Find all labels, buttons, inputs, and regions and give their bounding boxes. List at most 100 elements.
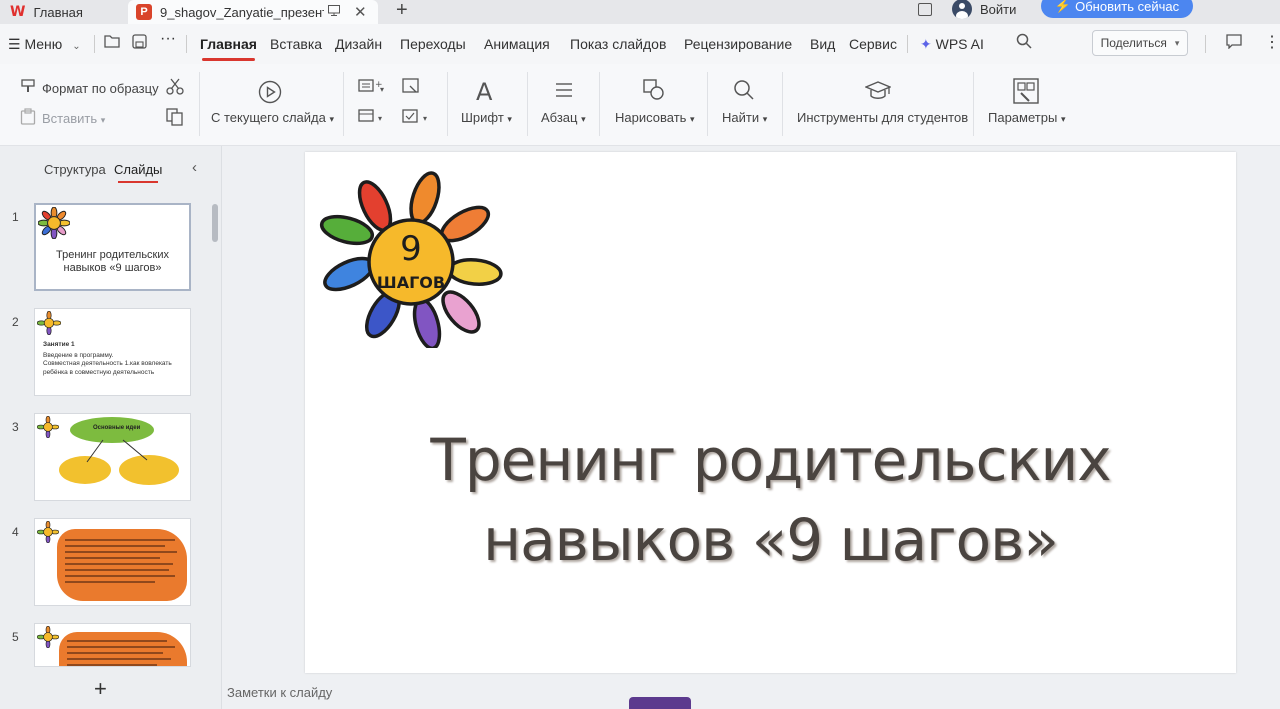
tab-insert[interactable]: Вставка (270, 36, 322, 52)
login-button[interactable]: Войти (952, 0, 1017, 19)
paste-label: Вставить (42, 111, 98, 126)
thumbnail-line: Введение в программу. (43, 351, 114, 359)
reset-icon[interactable]: ▾ (402, 108, 432, 128)
tab-design[interactable]: Дизайн (335, 36, 382, 52)
flower-logo-icon (37, 521, 59, 543)
divider (94, 35, 95, 53)
tab-home-label: Главная (33, 4, 83, 20)
search-icon[interactable] (1016, 33, 1032, 52)
login-label: Войти (980, 1, 1017, 17)
divider (199, 72, 200, 136)
thumbnail-line: Совместная деятельность 1.как вовлекать … (43, 360, 172, 376)
font-button[interactable]: Шрифт ▾ (461, 110, 512, 125)
chevron-down-icon: ▾ (507, 114, 512, 124)
taskbar-app-icon[interactable] (629, 697, 691, 709)
from-current-slide-button[interactable]: С текущего слайда ▾ (211, 110, 334, 125)
format-painter-button[interactable]: Формат по образцу (42, 81, 159, 96)
graduation-cap-icon (864, 80, 892, 106)
slide-title[interactable]: Тренинг родительских навыков «9 шагов» (305, 420, 1236, 580)
paste-icon (20, 108, 36, 129)
wps-ai-button[interactable]: ✦ WPS AI (920, 36, 984, 53)
tab-tools[interactable]: Сервис (849, 36, 897, 52)
chevron-down-icon: ▾ (329, 114, 334, 124)
divider (973, 72, 974, 136)
tab-home[interactable]: W Главная (0, 0, 124, 24)
draw-button[interactable]: Нарисовать ▾ (615, 110, 695, 125)
slide-thumbnail-4[interactable] (34, 518, 191, 606)
font-label: Шрифт (461, 110, 504, 125)
slides-panel: Структура Слайды ‹ 1 Тренинг родительски… (0, 146, 222, 709)
shapes-icon (642, 78, 666, 106)
tab-animation[interactable]: Анимация (484, 36, 550, 52)
slide-thumbnail-5[interactable] (34, 623, 191, 667)
hamburger-icon: ☰ (8, 36, 25, 52)
chevron-down-icon: ▾ (762, 114, 768, 124)
svg-text:▾: ▾ (423, 114, 427, 123)
thumbnail-scrollbar[interactable] (212, 204, 218, 242)
options-label: Параметры (988, 110, 1058, 125)
save-icon[interactable] (132, 34, 147, 52)
tab-slides[interactable]: Слайды (114, 162, 162, 183)
bolt-icon: ⚡ (1054, 0, 1072, 13)
thumbnail-title: Тренинг родительских навыков «9 шагов» (55, 249, 170, 274)
divider (527, 72, 528, 136)
chevron-down-icon: ▾ (100, 115, 106, 125)
thumbnail-text: Занятие 1 Введение в программу. Совместн… (43, 341, 189, 377)
divider (447, 72, 448, 136)
menu-label: Меню (24, 36, 63, 52)
find-label: Найти (722, 110, 760, 125)
layout-icon[interactable] (402, 78, 420, 98)
window-icon[interactable] (918, 3, 932, 16)
more-icon[interactable]: ··· (160, 30, 176, 48)
divider (1205, 35, 1206, 53)
sparkle-icon: ✦ (920, 36, 936, 52)
draw-label: Нарисовать (615, 110, 687, 125)
slide-number: 2 (12, 315, 19, 329)
paragraph-button[interactable]: Абзац ▾ (541, 110, 586, 125)
format-painter-icon (20, 78, 36, 98)
divider (343, 72, 344, 136)
monitor-icon[interactable] (328, 5, 340, 19)
slide-thumbnail-3[interactable]: Основные идеи (34, 413, 191, 501)
update-now-button[interactable]: ⚡ Обновить сейчас (1041, 0, 1193, 18)
from-current-label: С текущего слайда (211, 110, 326, 125)
slide-title-line: навыков «9 шагов» (483, 506, 1059, 574)
paragraph-label: Абзац (541, 110, 578, 125)
menu-button[interactable]: ☰ Меню ⌄ (8, 36, 81, 53)
open-folder-icon[interactable] (104, 34, 120, 51)
settings-panel-icon (1013, 78, 1039, 108)
add-slide-button[interactable]: + (94, 676, 107, 702)
menu-bar: ☰ Меню ⌄ ··· Главная Вставка Дизайн Перех… (0, 24, 1280, 64)
tab-home-ribbon[interactable]: Главная (200, 36, 257, 61)
divider (907, 35, 908, 53)
thumbnail-heading: Занятие 1 (43, 341, 75, 348)
more-icon[interactable]: ⋮ (1264, 32, 1280, 52)
tab-review[interactable]: Рецензирование (684, 36, 792, 52)
find-button[interactable]: Найти ▾ (722, 110, 767, 125)
tab-transitions[interactable]: Переходы (400, 36, 466, 52)
student-tools-button[interactable]: Инструменты для студентов (797, 110, 968, 125)
tab-view[interactable]: Вид (810, 36, 835, 52)
share-button[interactable]: Поделиться ▾ (1092, 30, 1188, 56)
tab-document[interactable]: P 9_shagov_Zanyatie_презентация ✕ (128, 0, 378, 24)
options-button[interactable]: Параметры ▾ (988, 110, 1065, 125)
find-icon (733, 79, 755, 105)
logo-word: ШАГОВ (377, 273, 445, 292)
tab-slideshow[interactable]: Показ слайдов (570, 36, 666, 52)
section-icon[interactable]: ▾ (358, 108, 386, 128)
comment-icon[interactable] (1226, 34, 1242, 52)
slide-thumbnail-2[interactable]: Занятие 1 Введение в программу. Совместн… (34, 308, 191, 396)
new-slide-icon[interactable]: + ▾ (358, 78, 386, 98)
user-icon (952, 0, 972, 19)
plus-icon[interactable]: + (396, 0, 408, 22)
chevron-left-icon[interactable]: ‹ (192, 159, 197, 176)
copy-icon[interactable] (166, 108, 184, 130)
slide-thumbnail-1[interactable]: Тренинг родительских навыков «9 шагов» (34, 203, 191, 291)
paste-button[interactable]: Вставить ▾ (42, 111, 105, 126)
slide-canvas[interactable]: 9 ШАГОВ Тренинг родительских навыков «9 … (305, 152, 1236, 673)
close-icon[interactable]: ✕ (354, 3, 367, 21)
scissors-icon[interactable] (166, 78, 184, 100)
slide-notes-field[interactable]: Заметки к слайду (227, 685, 332, 700)
tab-outline[interactable]: Структура (44, 162, 106, 177)
play-icon (258, 80, 282, 108)
